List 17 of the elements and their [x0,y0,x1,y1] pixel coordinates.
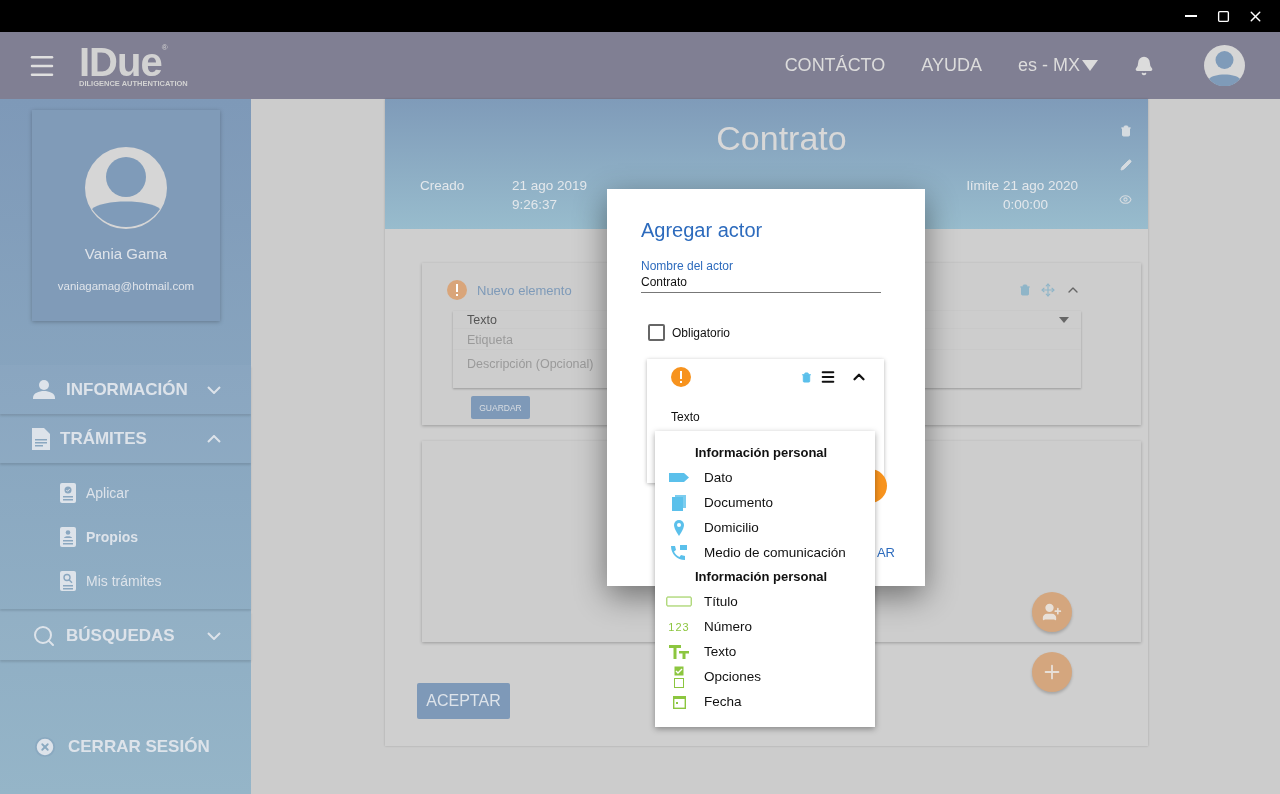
menu-group-title: Información personal [695,569,829,586]
date-value: 21 ago 2019 9:26:37 [512,177,589,214]
dialog-title: Agregar actor [641,219,764,242]
field-label: Nombre del actor [641,259,735,273]
date-label: límite [966,177,1000,195]
section-label: TRÁMITES [60,428,148,449]
user-name: Vania Gama [84,245,168,262]
user-email: vaniagamag@hotmail.com [57,280,195,292]
menu-group-title: Información personal [695,445,829,462]
element-title: Nuevo elemento [477,282,572,298]
date-value: 21 ago 2020 0:00:00 [1003,177,1080,214]
document-title: Contrato [715,119,848,158]
number-icon: 123 [668,620,690,633]
section-label: INFORMACIÓN [66,379,189,400]
date-label: Creado [420,177,465,195]
field-type-label: Texto [671,410,701,424]
section-label: BÚSQUEDAS [66,625,176,646]
